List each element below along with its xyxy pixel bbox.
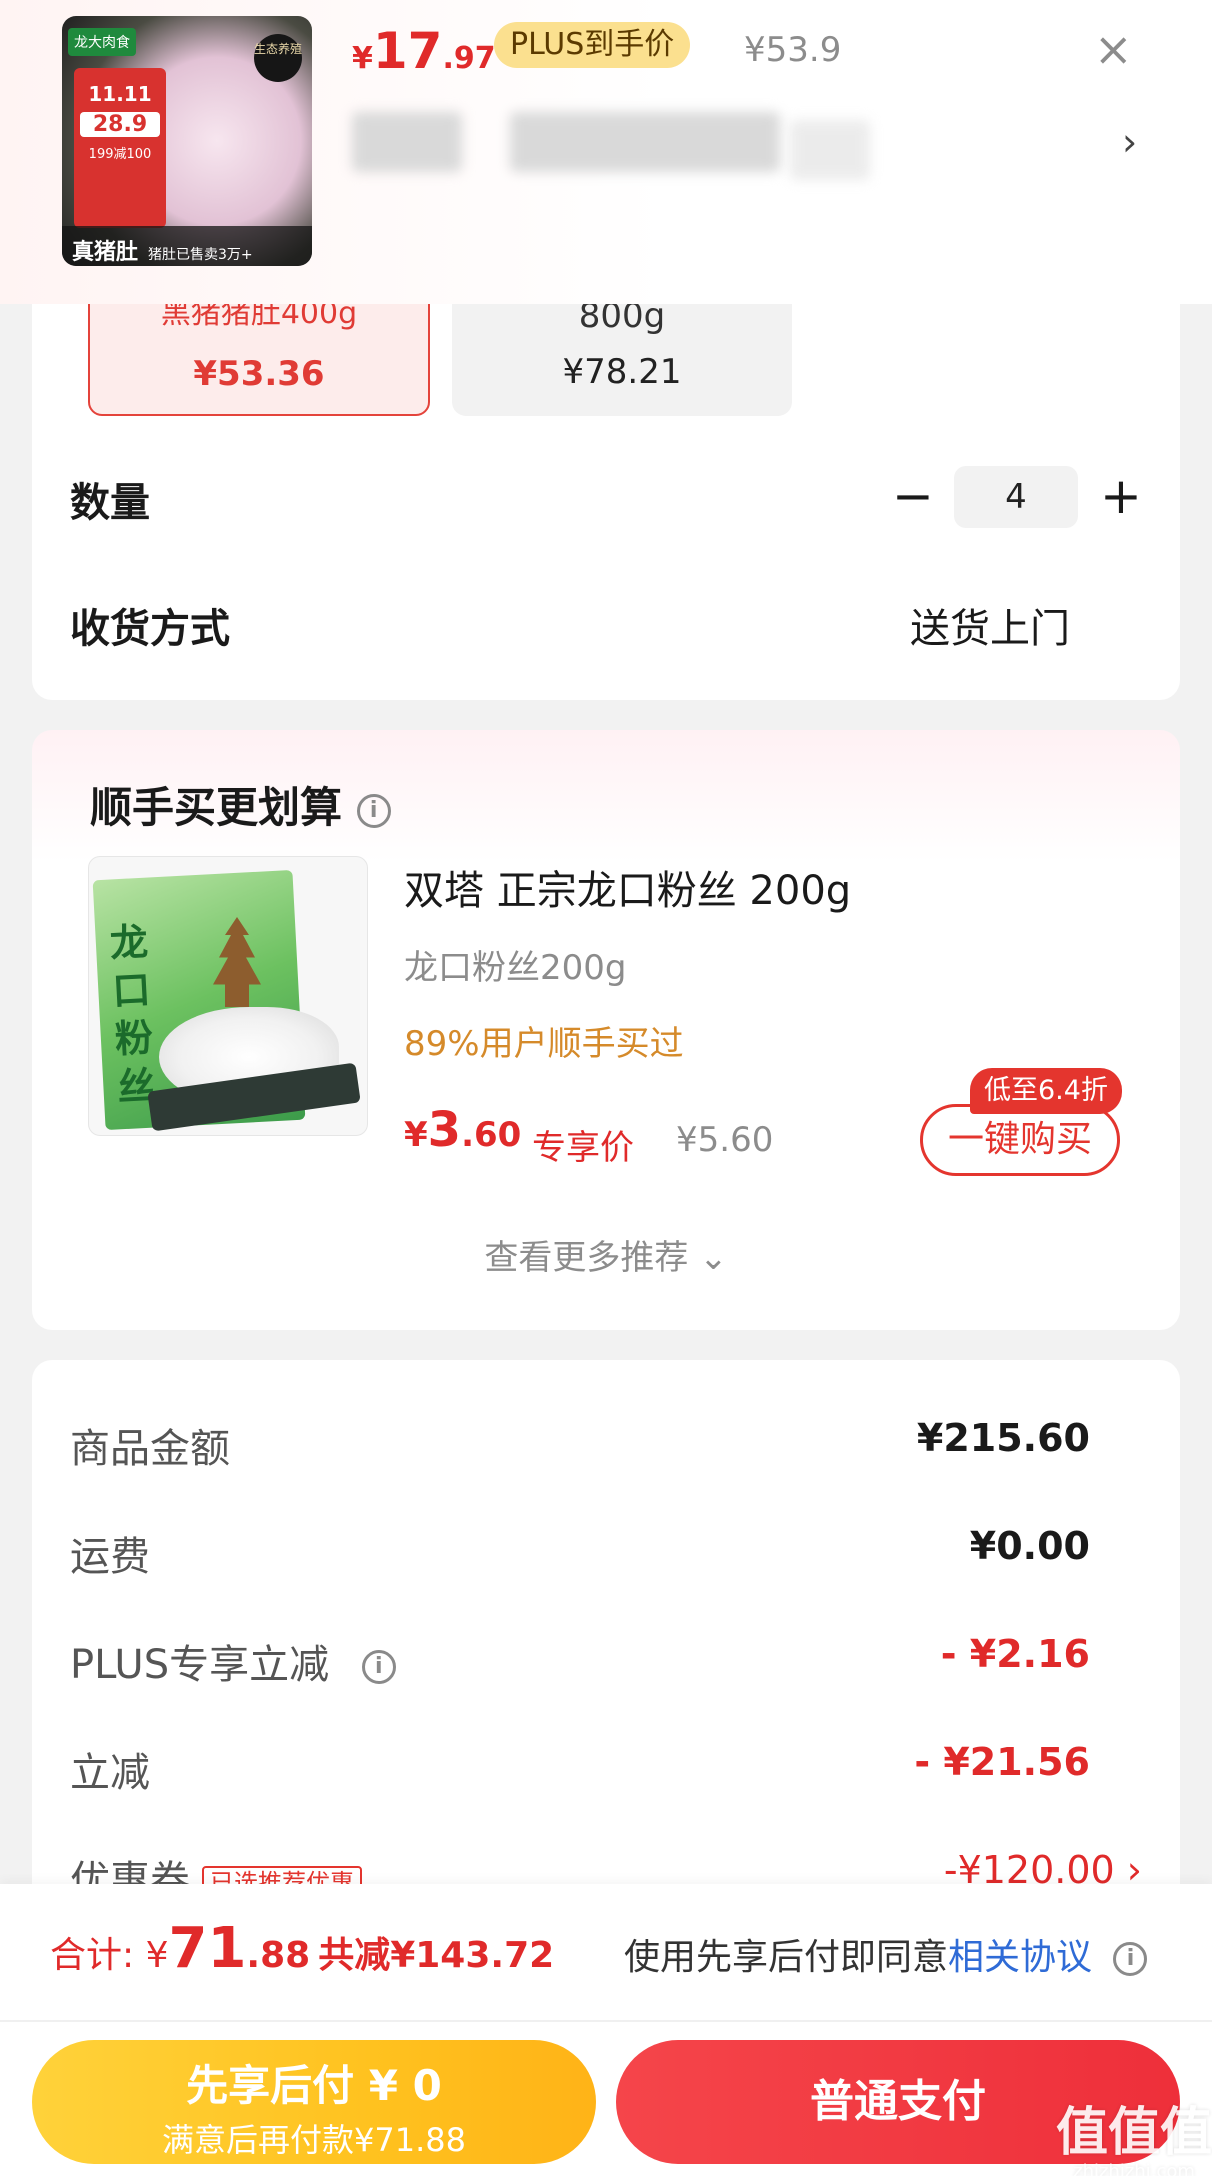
watermark-logo: 值值值 zhizhizhi.com [1056,2090,1212,2176]
original-price: ¥53.9 [744,30,842,70]
product-price: ¥17.97 [352,22,496,80]
price-symbol: ¥ [404,1115,428,1155]
spec-price: ¥53.36 [193,354,325,394]
summary-value-goods: ¥215.60 [916,1416,1090,1460]
summary-label-plus: PLUS专享立减 i [70,1632,396,1690]
chevron-right-icon[interactable]: › [1122,120,1137,164]
agreement-link[interactable]: 相关协议 [948,1937,1092,1978]
total-label: 合计: [50,1935,146,1976]
watermark-text: 值值值 [1056,2103,1212,2163]
recommend-item-image[interactable]: 龙口粉丝 [88,856,368,1136]
close-icon[interactable]: × [1094,22,1133,76]
spec-option[interactable]: 800g ¥78.21 [452,290,792,416]
thumb-caption: 真猪肚 猪肚已售卖3万+ [62,226,312,266]
blurred-title [352,112,462,172]
real-label: 真猪肚 [72,240,139,265]
summary-value-instant: - ¥21.56 [914,1740,1090,1784]
pay-later-button[interactable]: 先享后付 ¥ 0 满意后再付款¥71.88 [32,2040,596,2164]
summary-label-shipping: 运费 [70,1534,150,1580]
total-dec: .88 [246,1935,311,1976]
total-reduce: 共减¥143.72 [318,1935,555,1976]
blurred-title [790,120,870,180]
package-label: 龙口粉丝 [108,918,157,1110]
agreement-note: 使用先享后付即同意相关协议 i [624,1928,1148,1980]
delivery-value[interactable]: 送货上门 [910,596,1070,654]
recommend-item-spec: 龙口粉丝200g [404,948,627,988]
total-int: 71 [168,1916,247,1981]
price-int: 3 [427,1102,462,1158]
exclusive-price-label: 专享价 [532,1128,634,1168]
quantity-input[interactable]: 4 [954,466,1078,528]
price-dec: .60 [461,1115,522,1155]
quantity-minus-button[interactable]: − [892,466,934,526]
sold-label: 猪肚已售卖3万+ [148,247,253,263]
promo-price: 28.9 [80,112,160,137]
recommend-item-title[interactable]: 双塔 正宗龙口粉丝 200g [404,858,851,916]
summary-value-shipping: ¥0.00 [969,1524,1090,1568]
total-symbol: ¥ [145,1935,169,1976]
product-thumbnail[interactable]: 龙大肉食 生态养殖 11.11 28.9 199减100 真猪肚 猪肚已售卖3万+ [62,16,312,266]
price-dec: .97 [442,41,496,76]
spec-price: ¥78.21 [562,352,682,392]
info-icon[interactable]: i [1113,1942,1148,1976]
recommend-item-price: ¥3.60 [404,1102,521,1158]
brand-badge: 龙大肉食 [68,28,136,56]
recommend-title: 顺手买更划算 i [90,774,391,835]
info-icon[interactable]: i [361,1650,396,1684]
blurred-title [510,112,780,172]
spec-option-selected[interactable]: 黑猪猪肚400g ¥53.36 [88,290,430,416]
pay-later-sub: 满意后再付款¥71.88 [162,2121,466,2159]
recommend-original-price: ¥5.60 [676,1120,774,1160]
summary-label-goods: 商品金额 [70,1426,230,1472]
plus-discount-label: PLUS专享立减 [70,1642,330,1688]
product-header: 龙大肉食 生态养殖 11.11 28.9 199减100 真猪肚 猪肚已售卖3万+… [0,0,1212,304]
quantity-plus-button[interactable]: + [1100,466,1142,526]
summary-label-instant: 立减 [70,1750,150,1796]
divider [0,2020,1212,2022]
promo-sticker: 11.11 28.9 199减100 [74,68,166,228]
info-icon[interactable]: i [356,793,391,828]
price-symbol: ¥ [352,41,373,76]
recommend-item-social-proof: 89%用户顺手买过 [404,1024,684,1064]
delivery-label: 收货方式 [70,606,230,652]
plus-price-badge: PLUS到手价 [494,22,691,68]
summary-value-plus: - ¥2.16 [940,1632,1090,1676]
discount-tag: 低至6.4折 [970,1068,1122,1114]
order-total: 合计: ¥71.88 共减¥143.72 [50,1916,554,1981]
one-click-buy-button[interactable]: 一键购买 [920,1104,1120,1176]
more-recommend-link[interactable]: 查看更多推荐 ⌄ [0,1230,1212,1279]
pay-later-title: 先享后付 ¥ 0 [186,2061,442,2110]
promo-top: 11.11 [88,82,152,106]
watermark-sub: zhizhizhi.com [1073,2161,1195,2176]
eco-badge: 生态养殖 [254,34,302,82]
recommend-title-text: 顺手买更划算 [90,783,343,832]
price-int: 17 [372,22,443,80]
promo-deal: 199减100 [88,147,152,162]
quantity-label: 数量 [70,480,150,526]
checkout-bar: 合计: ¥71.88 共减¥143.72 使用先享后付即同意相关协议 i 先享后付… [0,1884,1212,2176]
agree-text: 使用先享后付即同意 [624,1937,949,1978]
